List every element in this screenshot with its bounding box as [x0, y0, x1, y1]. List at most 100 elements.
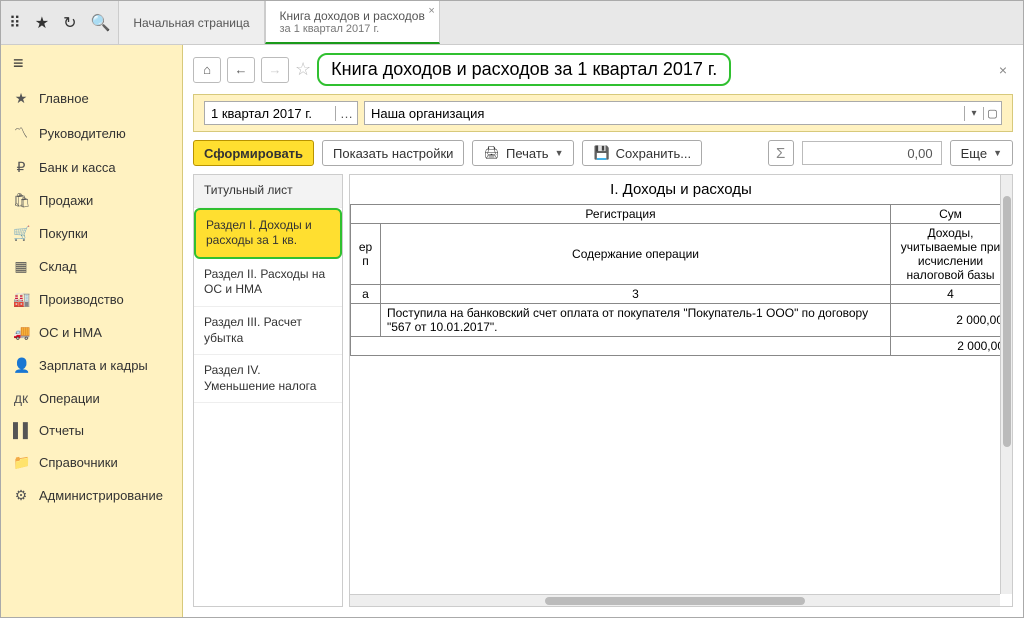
cell-text: Поступила на банковский счет оплата от п…	[381, 304, 891, 337]
colnum-3: 3	[381, 285, 891, 304]
period-picker-icon[interactable]: …	[335, 106, 357, 121]
section-label: Раздел IV. Уменьшение налога	[204, 363, 316, 393]
params-bar: 1 квартал 2017 г. … Наша организация ▾ ▢	[193, 94, 1013, 132]
sidebar-item-main[interactable]: ★ Главное	[1, 82, 182, 115]
col-tax: Доходы, учитываемые при исчислении налог…	[891, 224, 1011, 285]
truck-icon: 🚚	[13, 324, 29, 341]
section-assets[interactable]: Раздел II. Расходы на ОС и НМА	[194, 259, 342, 307]
forward-button[interactable]: →	[261, 57, 289, 83]
save-button[interactable]: 💾Сохранить...	[582, 140, 702, 166]
org-field[interactable]: Наша организация ▾ ▢	[364, 101, 1002, 125]
home-button[interactable]: ⌂	[193, 57, 221, 83]
sidebar-item-sales[interactable]: 🛍 Продажи	[1, 184, 182, 217]
section-loss[interactable]: Раздел III. Расчет убытка	[194, 307, 342, 355]
report-table: Регистрация Сум ерп Содержание операции …	[350, 204, 1012, 356]
box-icon: ▦	[13, 258, 29, 275]
period-field[interactable]: 1 квартал 2017 г. …	[204, 101, 358, 125]
cell-total: 2 000,00	[891, 337, 1011, 356]
sidebar-item-production[interactable]: 🏭Производство	[1, 283, 182, 316]
apps-icon[interactable]: ⠿	[9, 13, 21, 33]
sidebar-item-manager[interactable]: 〽Руководителю	[1, 115, 182, 151]
sum-button[interactable]: Σ	[768, 140, 794, 166]
period-value: 1 квартал 2017 г.	[205, 106, 335, 121]
close-icon[interactable]: ×	[999, 62, 1013, 78]
favorite-icon[interactable]: ☆	[295, 59, 311, 80]
sidebar-item-assets[interactable]: 🚚 ОС и НМА	[1, 316, 182, 349]
sum-value[interactable]: 0,00	[802, 141, 942, 165]
bars-icon: ▌▌	[13, 422, 29, 438]
ruble-icon: ₽	[13, 159, 29, 176]
tab-home[interactable]: Начальная страница	[118, 1, 264, 44]
sidebar-item-admin[interactable]: ⚙Администрирование	[1, 479, 182, 512]
gear-icon: ⚙	[13, 487, 29, 504]
sidebar-item-bank[interactable]: ₽ Банк и касса	[1, 151, 182, 184]
menu-icon[interactable]: ≡	[1, 45, 182, 82]
user-icon: 👤	[13, 357, 29, 374]
page-title: Книга доходов и расходов за 1 квартал 20…	[317, 53, 731, 86]
sidebar-label: Продажи	[39, 193, 93, 208]
table-row[interactable]: Поступила на банковский счет оплата от п…	[351, 304, 1011, 337]
settings-button[interactable]: Показать настройки	[322, 140, 464, 166]
sidebar-label: Справочники	[39, 455, 118, 470]
sidebar-label: Зарплата и кадры	[39, 358, 148, 373]
section-tax[interactable]: Раздел IV. Уменьшение налога	[194, 355, 342, 403]
print-button[interactable]: 🖨Печать▼	[472, 140, 574, 166]
sidebar-item-purchases[interactable]: 🛒 Покупки	[1, 217, 182, 250]
org-value: Наша организация	[365, 106, 965, 121]
sidebar-item-reports[interactable]: ▌▌Отчеты	[1, 414, 182, 446]
form-button[interactable]: Сформировать	[193, 140, 314, 166]
colnum-4: 4	[891, 285, 1011, 304]
scrollbar-vertical[interactable]	[1000, 175, 1012, 594]
cell-sum: 2 000,00	[891, 304, 1011, 337]
printer-icon: 🖨	[483, 145, 500, 161]
sidebar-item-stock[interactable]: ▦ Склад	[1, 250, 182, 283]
section-title[interactable]: Титульный лист	[194, 175, 342, 208]
folder-icon: 📁	[13, 454, 29, 471]
tab-label: Книга доходов и расходов	[280, 9, 425, 23]
back-button[interactable]: ←	[227, 57, 255, 83]
chevron-down-icon[interactable]: ▼	[555, 148, 564, 158]
sidebar-label: Банк и касса	[39, 160, 116, 175]
section-label: Раздел III. Расчет убытка	[204, 315, 302, 345]
sidebar-label: ОС и НМА	[39, 325, 102, 340]
col-registration: Регистрация	[351, 205, 891, 224]
open-icon[interactable]: ▢	[983, 107, 1001, 120]
scrollbar-horizontal[interactable]	[350, 594, 1000, 606]
section-label: Титульный лист	[204, 183, 293, 197]
tab-label: Начальная страница	[133, 16, 249, 30]
sections-list: Титульный лист Раздел I. Доходы и расход…	[193, 174, 343, 607]
section-label: Раздел II. Расходы на ОС и НМА	[204, 267, 325, 297]
cart-icon: 🛒	[13, 225, 29, 242]
section-label: Раздел I. Доходы и расходы за 1 кв.	[206, 218, 312, 248]
col-operation: Содержание операции	[381, 224, 891, 285]
sidebar-item-salary[interactable]: 👤 Зарплата и кадры	[1, 349, 182, 382]
sidebar-label: Покупки	[39, 226, 88, 241]
sidebar-label: Операции	[39, 391, 100, 406]
section-income[interactable]: Раздел I. Доходы и расходы за 1 кв.	[194, 208, 342, 259]
bag-icon: 🛍	[13, 192, 29, 209]
sidebar-label: Главное	[39, 91, 89, 106]
table-total-row: 2 000,00	[351, 337, 1011, 356]
more-button[interactable]: Еще ▼	[950, 140, 1013, 166]
tab-sublabel: за 1 квартал 2017 г.	[280, 23, 425, 35]
settings-label: Показать настройки	[333, 146, 453, 161]
search-icon[interactable]: 🔍	[90, 13, 110, 33]
sidebar-label: Склад	[39, 259, 77, 274]
sidebar-item-reference[interactable]: 📁 Справочники	[1, 446, 182, 479]
report-title: I. Доходы и расходы	[350, 175, 1012, 204]
form-label: Сформировать	[204, 146, 303, 161]
save-label: Сохранить...	[616, 146, 691, 161]
close-icon[interactable]: ×	[428, 5, 434, 17]
chart-icon: 〽	[13, 123, 29, 143]
more-label: Еще	[961, 146, 987, 161]
sidebar-item-operations[interactable]: дк Операции	[1, 382, 182, 414]
history-icon[interactable]: ↻	[63, 13, 76, 33]
ops-icon: дк	[13, 390, 29, 406]
star-icon: ★	[13, 90, 29, 107]
report-area[interactable]: I. Доходы и расходы Регистрация Сум ерп …	[349, 174, 1013, 607]
chevron-down-icon[interactable]: ▼	[993, 148, 1002, 158]
star-icon[interactable]: ★	[35, 13, 49, 33]
tab-book[interactable]: Книга доходов и расходов за 1 квартал 20…	[265, 1, 440, 44]
factory-icon: 🏭	[13, 291, 29, 308]
chevron-down-icon[interactable]: ▾	[965, 108, 983, 119]
